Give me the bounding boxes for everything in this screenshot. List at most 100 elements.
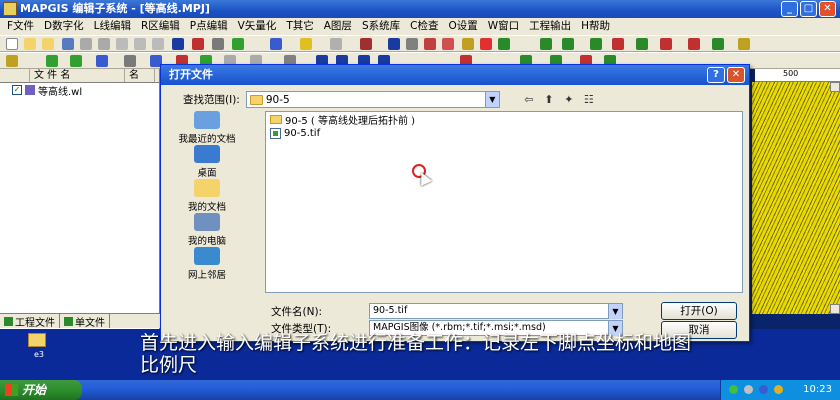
maximize-button[interactable]: □	[800, 1, 817, 17]
place-desktop[interactable]: 桌面	[167, 145, 247, 179]
taskbar: 开始 10:23	[0, 380, 840, 400]
look-in-row: 查找范围(I): 90-5 ▼ ⇦ ⬆ ✦ ☷	[183, 91, 596, 108]
dialog-help-button[interactable]: ?	[707, 67, 725, 83]
app-tray-icon[interactable]	[774, 385, 783, 394]
menu-layer[interactable]: A图层	[319, 18, 357, 35]
layer-icon[interactable]	[212, 38, 224, 50]
back-icon[interactable]: ⇦	[522, 93, 536, 106]
start-button[interactable]: 开始	[0, 380, 82, 400]
list-item[interactable]: 90-5 ( 等高线处理后拓扑前 )	[266, 112, 742, 127]
delete-tool-icon[interactable]	[612, 38, 624, 50]
pencil-icon[interactable]	[6, 55, 18, 67]
place-my-computer[interactable]: 我的电脑	[167, 213, 247, 247]
desktop-icon-label: e3	[34, 350, 45, 359]
help-icon[interactable]	[172, 38, 184, 50]
line-tool-icon[interactable]	[300, 38, 312, 50]
menu-point-edit[interactable]: P点编辑	[185, 18, 233, 35]
join-tool-icon[interactable]	[636, 38, 648, 50]
line-file-icon	[25, 85, 35, 95]
menu-digitize[interactable]: D数字化	[39, 18, 89, 35]
brush-tool-icon[interactable]	[462, 38, 474, 50]
filename-value: 90-5.tif	[373, 305, 408, 316]
node-tool-icon[interactable]	[688, 38, 700, 50]
save-all-icon[interactable]	[80, 38, 92, 50]
place-recent-documents[interactable]: 我最近的文档	[167, 111, 247, 145]
place-my-documents[interactable]: 我的文档	[167, 179, 247, 213]
dialog-close-button[interactable]: ✕	[727, 67, 745, 83]
menu-project-output[interactable]: 工程输出	[524, 18, 576, 35]
view-menu-icon[interactable]: ☷	[582, 93, 596, 106]
draw-icon[interactable]	[192, 38, 204, 50]
menu-line-edit[interactable]: L线编辑	[89, 18, 136, 35]
point-tool-icon[interactable]	[270, 38, 282, 50]
network-tray-icon[interactable]	[729, 385, 738, 394]
menu-file[interactable]: F文件	[2, 18, 39, 35]
column-name-header[interactable]: 名	[125, 69, 155, 82]
link-tool-icon[interactable]	[712, 38, 724, 50]
place-network[interactable]: 网上邻居	[167, 247, 247, 281]
menu-help[interactable]: H帮助	[576, 18, 615, 35]
language-tray-icon[interactable]	[759, 385, 768, 394]
paint-tool-icon[interactable]	[738, 38, 750, 50]
copy-icon[interactable]	[116, 38, 128, 50]
marker-tool-icon[interactable]	[424, 38, 436, 50]
map-scroll-down[interactable]	[830, 304, 840, 314]
menu-vectorize[interactable]: V矢量化	[233, 18, 282, 35]
undo-icon[interactable]	[152, 38, 164, 50]
print-icon[interactable]	[232, 38, 244, 50]
app-title-bar: MAPGIS 编辑子系统 - [等高线.MPJ] _ □ ✕	[0, 0, 840, 18]
open-icon[interactable]	[24, 38, 36, 50]
menu-settings[interactable]: O设置	[443, 18, 482, 35]
copy-tool-icon[interactable]	[590, 38, 602, 50]
new-folder-icon[interactable]: ✦	[562, 93, 576, 106]
edit-tool-icon[interactable]	[360, 38, 372, 50]
cut-tool-icon[interactable]	[442, 38, 454, 50]
arrow-icon[interactable]	[124, 55, 136, 67]
visibility-checkbox[interactable]: ✓	[12, 85, 22, 95]
menu-window[interactable]: W窗口	[483, 18, 524, 35]
column-filename-header[interactable]: 文 件 名	[30, 69, 125, 82]
single-file-tab-icon	[64, 316, 73, 326]
chevron-down-icon[interactable]: ▼	[484, 92, 499, 107]
region-tool-icon[interactable]	[330, 38, 342, 50]
menu-system-library[interactable]: S系统库	[357, 18, 405, 35]
volume-tray-icon[interactable]	[744, 385, 753, 394]
chevron-down-icon[interactable]: ▼	[608, 304, 622, 319]
save-icon[interactable]	[62, 38, 74, 50]
list-item[interactable]: 90-5.tif	[266, 126, 742, 140]
map-scroll-up[interactable]	[830, 82, 840, 92]
column-check-header[interactable]	[0, 69, 30, 82]
look-in-combo[interactable]: 90-5 ▼	[245, 91, 500, 108]
paste-icon[interactable]	[134, 38, 146, 50]
minimize-button[interactable]: _	[781, 1, 798, 17]
hand-tool-icon[interactable]	[406, 38, 418, 50]
vertex-icon[interactable]	[70, 55, 82, 67]
map-canvas[interactable]	[752, 82, 840, 314]
tab-project-file[interactable]: 工程文件	[0, 314, 60, 329]
filename-input[interactable]: 90-5.tif ▼	[369, 303, 623, 319]
select-tool-icon[interactable]	[388, 38, 400, 50]
folder-icon[interactable]	[42, 38, 54, 50]
close-button[interactable]: ✕	[819, 1, 836, 17]
dialog-title: 打开文件	[169, 68, 213, 81]
file-list[interactable]: 90-5 ( 等高线处理后拓扑前 ) 90-5.tif	[265, 111, 743, 293]
tab-single-file[interactable]: 单文件	[60, 314, 110, 329]
new-icon[interactable]	[6, 38, 18, 50]
up-folder-icon[interactable]: ⬆	[542, 93, 556, 106]
break-tool-icon[interactable]	[660, 38, 672, 50]
line-select-icon[interactable]	[46, 55, 58, 67]
snap-icon[interactable]	[96, 55, 108, 67]
move-tool-icon[interactable]	[562, 38, 574, 50]
menu-check[interactable]: C检查	[405, 18, 443, 35]
pen-tool-icon[interactable]	[480, 38, 492, 50]
desktop-folder-icon[interactable]	[28, 333, 46, 347]
main-toolbar	[0, 35, 840, 52]
menu-other[interactable]: T其它	[281, 18, 318, 35]
open-button[interactable]: 打开(O)	[661, 302, 737, 320]
add-tool-icon[interactable]	[540, 38, 552, 50]
menu-region-edit[interactable]: R区编辑	[136, 18, 185, 35]
project-file-row[interactable]: ✓ 等高线.wl	[0, 83, 159, 98]
save-as-icon[interactable]	[98, 38, 110, 50]
flag-tool-icon[interactable]	[498, 38, 510, 50]
dialog-title-bar: 打开文件	[161, 65, 749, 85]
